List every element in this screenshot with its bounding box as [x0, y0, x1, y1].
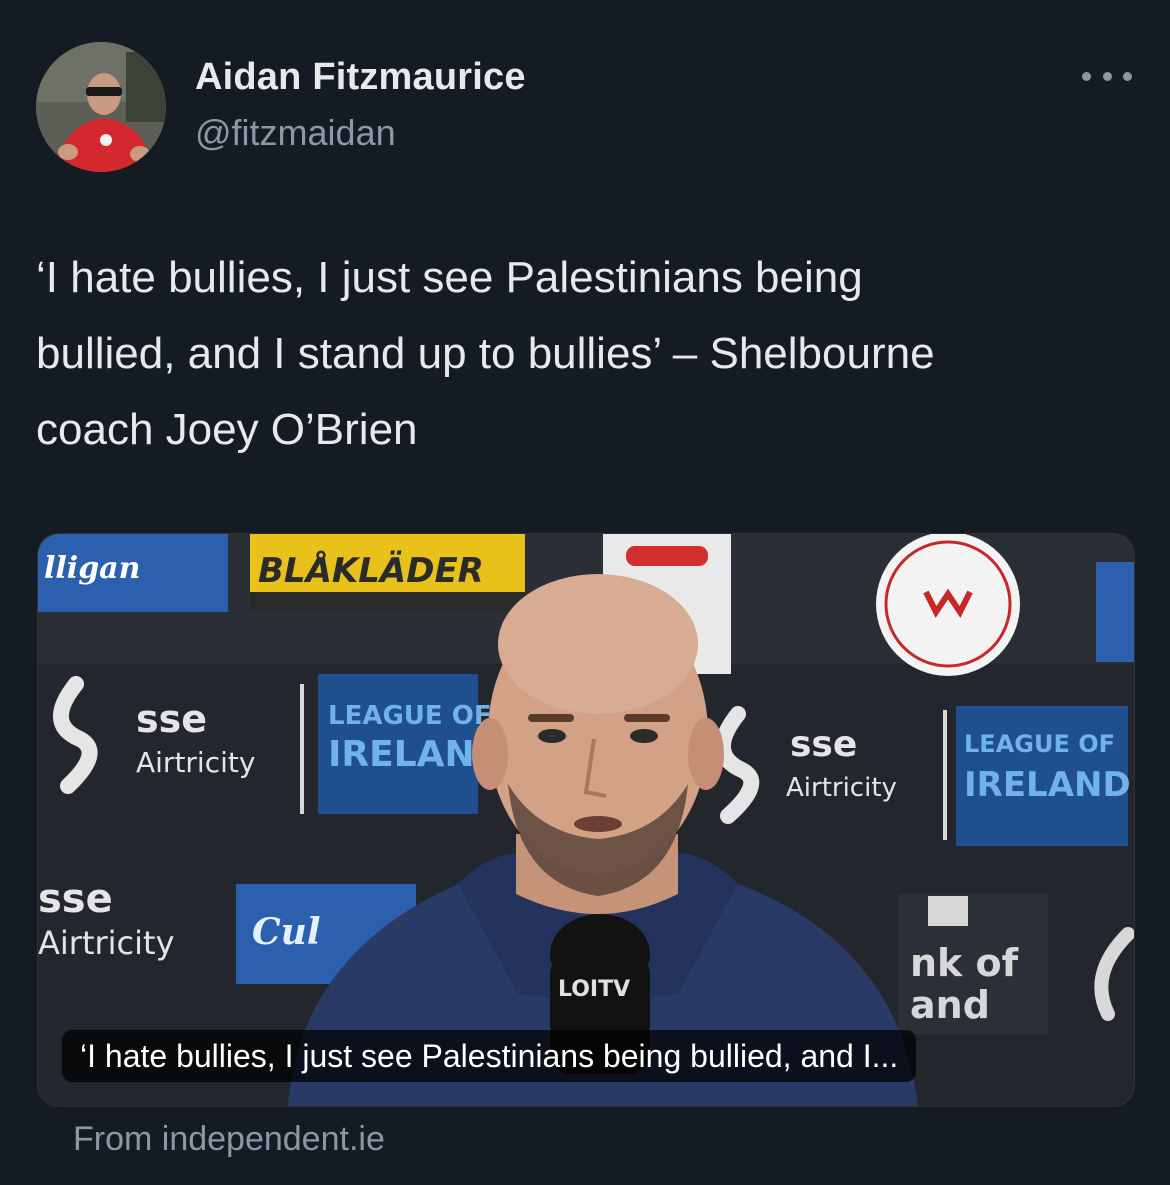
tweet-text-line: coach Joey O’Brien	[36, 405, 418, 454]
link-card-title[interactable]: ‘I hate bullies, I just see Palestinians…	[62, 1030, 917, 1082]
dot	[1123, 71, 1132, 81]
dot	[1102, 71, 1112, 81]
banner-text: IRELAND	[964, 765, 1131, 805]
banner-text: sse	[136, 697, 207, 741]
article-image: lligan BLÅKLÄDER sse Airtricity LEAGUE O…	[38, 534, 1134, 1106]
mic-label: LOITV	[558, 977, 630, 1002]
author-name[interactable]: Aidan Fitzmaurice	[195, 56, 526, 99]
author-avatar[interactable]	[36, 42, 166, 172]
tweet: Aidan Fitzmaurice @fitzmaidan ‘I hate bu…	[0, 0, 1170, 1185]
avatar-photo	[36, 42, 166, 172]
banner-text: BLÅKLÄDER	[258, 550, 484, 591]
author-handle[interactable]: @fitzmaidan	[195, 112, 396, 154]
banner-text: lligan	[44, 551, 140, 586]
banner-text: Airtricity	[38, 924, 175, 962]
banner-text: sse	[790, 724, 857, 765]
banner-text: LEAGUE OF	[328, 701, 492, 731]
tweet-text-line: bullied, and I stand up to bullies’ – Sh…	[36, 329, 935, 378]
tweet-text-line: ‘I hate bullies, I just see Palestinians…	[36, 253, 863, 302]
banner-text: Airtricity	[136, 746, 255, 779]
link-card[interactable]: lligan BLÅKLÄDER sse Airtricity LEAGUE O…	[37, 533, 1135, 1107]
more-options-icon[interactable]	[1082, 58, 1132, 94]
tweet-text: ‘I hate bullies, I just see Palestinians…	[36, 240, 1126, 468]
banner-text: sse	[38, 876, 113, 922]
banner-text: Cul	[252, 911, 321, 953]
banner-text: Airtricity	[786, 773, 897, 803]
banner-text: and	[910, 983, 990, 1027]
link-card-source[interactable]: From independent.ie	[73, 1120, 385, 1159]
dot	[1082, 71, 1091, 81]
banner-text: LEAGUE OF	[964, 730, 1115, 758]
banner-text: nk of	[910, 941, 1019, 985]
